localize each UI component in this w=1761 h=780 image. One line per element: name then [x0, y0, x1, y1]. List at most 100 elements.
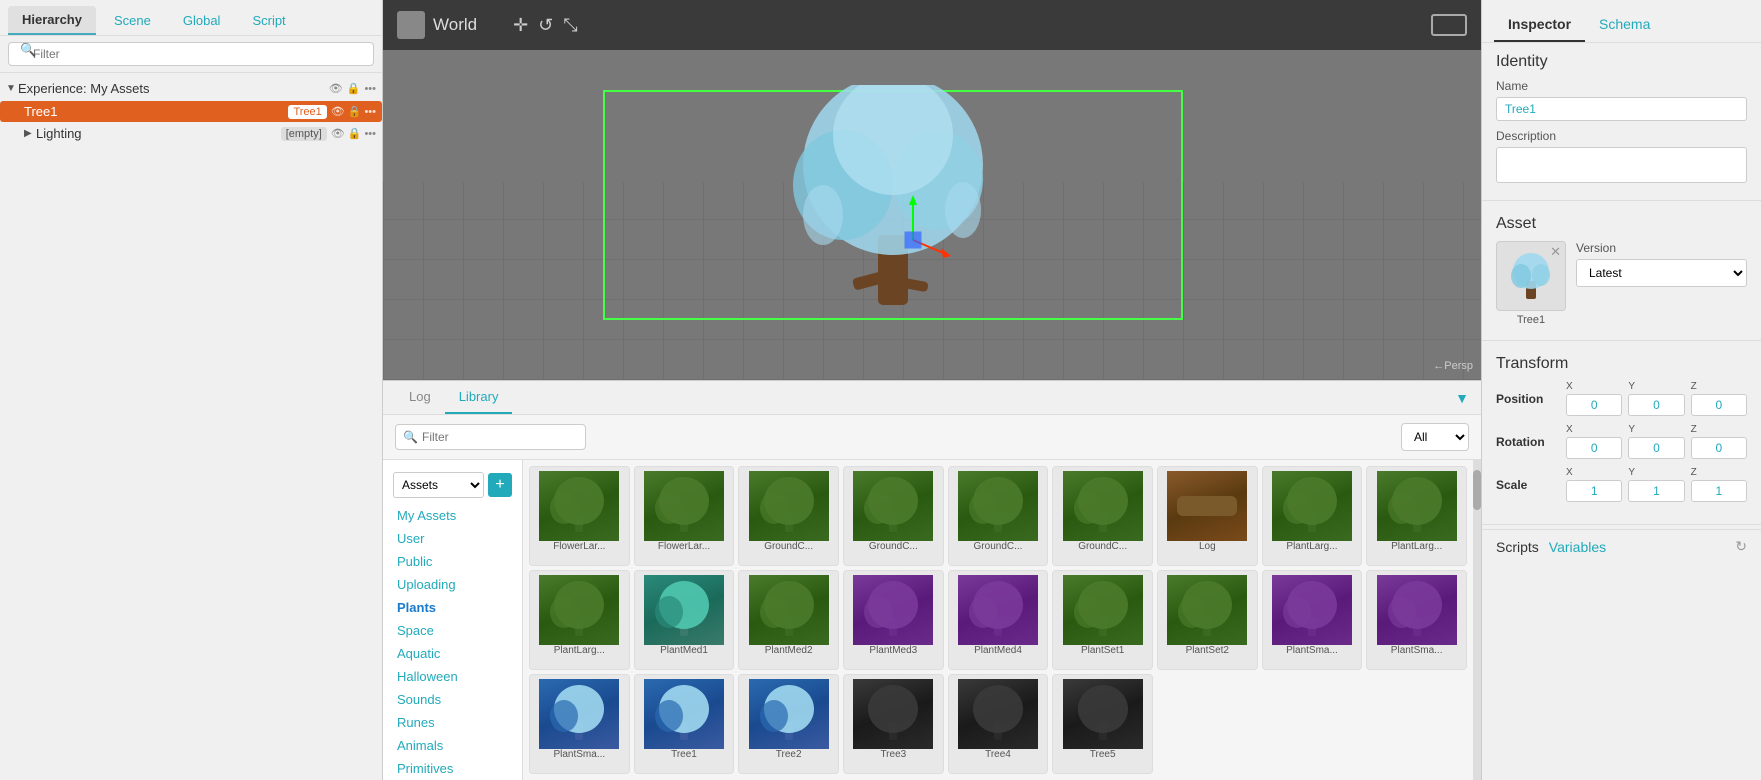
tree1-lock-icon[interactable]: 🔒: [348, 105, 362, 118]
position-x-input[interactable]: [1566, 394, 1622, 416]
asset-item-a23[interactable]: Tree4: [948, 674, 1049, 774]
scale-z-input[interactable]: [1691, 480, 1747, 502]
lib-cat-aquatic[interactable]: Aquatic: [383, 642, 522, 665]
asset-item-a3[interactable]: GroundC...: [738, 466, 839, 566]
lib-cat-my-assets[interactable]: My Assets: [383, 504, 522, 527]
asset-item-a12[interactable]: PlantMed2: [738, 570, 839, 670]
asset-thumb-a6: [1063, 471, 1143, 541]
asset-preview-row: ✕ Tree1 Version Latest: [1496, 241, 1747, 326]
lib-cat-space[interactable]: Space: [383, 619, 522, 642]
asset-thumb-a21: [749, 679, 829, 749]
rotation-x-input[interactable]: [1566, 437, 1622, 459]
library-scrollbar[interactable]: [1473, 460, 1481, 780]
name-input[interactable]: [1496, 97, 1747, 121]
asset-label-a13: PlantMed3: [846, 645, 941, 656]
tab-inspector[interactable]: Inspector: [1494, 8, 1585, 42]
scale-y-col: Y: [1628, 467, 1684, 502]
viewport-canvas[interactable]: ←Persp: [383, 50, 1481, 380]
asset-item-a6[interactable]: GroundC...: [1052, 466, 1153, 566]
add-asset-button[interactable]: +: [488, 473, 512, 497]
asset-item-a8[interactable]: PlantLarg...: [1262, 466, 1363, 566]
lib-cat-public[interactable]: Public: [383, 550, 522, 573]
rotation-z-input[interactable]: [1691, 437, 1747, 459]
library-scrollbar-thumb[interactable]: [1473, 470, 1481, 510]
asset-item-a11[interactable]: PlantMed1: [634, 570, 735, 670]
asset-item-a19[interactable]: PlantSma...: [529, 674, 630, 774]
asset-item-a2[interactable]: FlowerLar...: [634, 466, 735, 566]
asset-item-a4[interactable]: GroundC...: [843, 466, 944, 566]
tree1-row[interactable]: Tree1 Tree1 👁 🔒 •••: [0, 101, 382, 122]
tab-hierarchy[interactable]: Hierarchy: [8, 6, 96, 35]
asset-item-a16[interactable]: PlantSet2: [1157, 570, 1258, 670]
eye-icon[interactable]: 👁: [329, 82, 343, 95]
asset-thumb-a7: [1167, 471, 1247, 541]
asset-item-a9[interactable]: PlantLarg...: [1366, 466, 1467, 566]
scale-icon[interactable]: ⤡: [563, 15, 577, 36]
description-input[interactable]: [1496, 147, 1747, 183]
description-label: Description: [1496, 129, 1747, 143]
asset-item-a15[interactable]: PlantSet1: [1052, 570, 1153, 670]
asset-item-a14[interactable]: PlantMed4: [948, 570, 1049, 670]
tab-script[interactable]: Script: [238, 6, 299, 35]
lib-cat-user[interactable]: User: [383, 527, 522, 550]
asset-item-a5[interactable]: GroundC...: [948, 466, 1049, 566]
tree1-eye-icon[interactable]: 👁: [331, 105, 345, 118]
refresh-icon[interactable]: ↻: [1735, 538, 1747, 555]
lib-cat-animals[interactable]: Animals: [383, 734, 522, 757]
asset-item-a22[interactable]: Tree3: [843, 674, 944, 774]
move-icon[interactable]: ✛: [513, 15, 528, 36]
viewport-tool-icons: ✛ ↺ ⤡: [513, 15, 578, 36]
viewport-rect-icon[interactable]: [1431, 14, 1467, 36]
tab-log[interactable]: Log: [395, 381, 445, 414]
asset-item-a1[interactable]: FlowerLar...: [529, 466, 630, 566]
lib-cat-halloween[interactable]: Halloween: [383, 665, 522, 688]
bottom-tab-arrow[interactable]: ▼: [1455, 390, 1469, 406]
tab-schema[interactable]: Schema: [1585, 8, 1664, 42]
tab-library[interactable]: Library: [445, 381, 513, 414]
asset-remove-button[interactable]: ✕: [1550, 244, 1561, 260]
asset-item-a21[interactable]: Tree2: [738, 674, 839, 774]
lock-icon[interactable]: 🔒: [347, 82, 361, 95]
experience-label: Experience: My Assets: [18, 81, 329, 96]
asset-item-a7[interactable]: Log: [1157, 466, 1258, 566]
rotation-x-col: X: [1566, 424, 1622, 459]
asset-thumb-a17: [1272, 575, 1352, 645]
asset-item-a18[interactable]: PlantSma...: [1366, 570, 1467, 670]
lighting-lock-icon[interactable]: 🔒: [348, 127, 362, 140]
scale-y-input[interactable]: [1628, 480, 1684, 502]
more-icon[interactable]: •••: [364, 83, 376, 95]
transform-gizmo[interactable]: [873, 190, 953, 270]
position-y-input[interactable]: [1628, 394, 1684, 416]
lib-cat-runes[interactable]: Runes: [383, 711, 522, 734]
scripts-label[interactable]: Scripts: [1496, 539, 1539, 555]
rotation-y-input[interactable]: [1628, 437, 1684, 459]
lib-cat-primitives[interactable]: Primitives: [383, 757, 522, 780]
lib-cat-uploading[interactable]: Uploading: [383, 573, 522, 596]
position-z-input[interactable]: [1691, 394, 1747, 416]
tree1-more-icon[interactable]: •••: [364, 106, 376, 118]
lighting-row[interactable]: ▶ Lighting [empty] 👁 🔒 •••: [0, 123, 382, 144]
tab-scene[interactable]: Scene: [100, 6, 165, 35]
asset-item-a10[interactable]: PlantLarg...: [529, 570, 630, 670]
hierarchy-filter-input[interactable]: [8, 42, 374, 66]
rotate-icon[interactable]: ↺: [538, 15, 553, 36]
experience-row[interactable]: ▼ Experience: My Assets 👁 🔒 •••: [0, 77, 382, 100]
asset-grid: FlowerLar...FlowerLar...GroundC...Ground…: [523, 460, 1473, 780]
lighting-eye-icon[interactable]: 👁: [331, 127, 345, 140]
lighting-more-icon[interactable]: •••: [364, 128, 376, 140]
assets-type-select[interactable]: Assets: [393, 472, 484, 498]
asset-item-a20[interactable]: Tree1: [634, 674, 735, 774]
scale-z-col: Z: [1691, 467, 1747, 502]
lib-cat-sounds[interactable]: Sounds: [383, 688, 522, 711]
library-type-select[interactable]: All: [1401, 423, 1469, 451]
asset-thumb-a14: [958, 575, 1038, 645]
asset-item-a24[interactable]: Tree5: [1052, 674, 1153, 774]
library-filter-input[interactable]: [395, 424, 586, 450]
scale-x-input[interactable]: [1566, 480, 1622, 502]
variables-label[interactable]: Variables: [1549, 539, 1606, 555]
asset-item-a17[interactable]: PlantSma...: [1262, 570, 1363, 670]
tab-global[interactable]: Global: [169, 6, 235, 35]
asset-item-a13[interactable]: PlantMed3: [843, 570, 944, 670]
lib-cat-plants[interactable]: Plants: [383, 596, 522, 619]
version-select[interactable]: Latest: [1576, 259, 1747, 287]
